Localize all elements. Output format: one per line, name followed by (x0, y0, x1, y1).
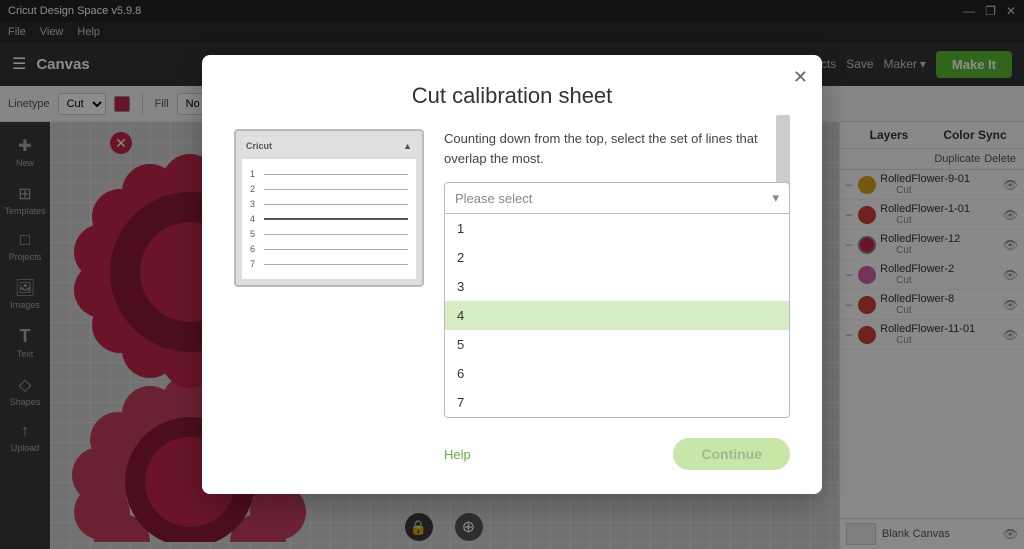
cal-lines: 1 2 3 4 (250, 165, 408, 273)
dialog-right: Counting down from the top, select the s… (444, 129, 790, 470)
cal-line-row-6: 6 (250, 244, 408, 254)
cal-line-row-1: 1 (250, 169, 408, 179)
dialog-body: Cricut ▲ 1 2 3 (234, 129, 790, 470)
cal-line-1 (264, 174, 408, 175)
dropdown-option-5[interactable]: 5 (445, 330, 789, 359)
dialog-close-button[interactable]: ✕ (793, 67, 808, 88)
cal-line-6 (264, 249, 408, 250)
cal-line-row-7: 7 (250, 259, 408, 269)
cal-line-row-4: 4 (250, 214, 408, 224)
cal-line-3 (264, 204, 408, 205)
dropdown-option-7[interactable]: 7 (445, 388, 789, 417)
dropdown-selected-value: Please select (455, 191, 532, 206)
dropdown-option-3[interactable]: 3 (445, 272, 789, 301)
cal-preview-inner: 1 2 3 4 (242, 159, 416, 279)
dropdown-option-4[interactable]: 4 (445, 301, 789, 330)
dropdown-container: Please select ▾ 1 2 3 4 5 6 7 (444, 182, 790, 418)
dropdown-list: 1 2 3 4 5 6 7 (444, 214, 790, 418)
cal-header: Cricut ▲ (242, 137, 416, 155)
dropdown-option-2[interactable]: 2 (445, 243, 789, 272)
dialog: ✕ Cut calibration sheet Cricut ▲ 1 2 (202, 55, 822, 494)
help-button[interactable]: Help (444, 447, 471, 462)
dropdown-option-6[interactable]: 6 (445, 359, 789, 388)
continue-button[interactable]: Continue (673, 438, 790, 470)
cal-logo-icon: ▲ (403, 141, 412, 151)
cal-line-row-3: 3 (250, 199, 408, 209)
cal-line-row-5: 5 (250, 229, 408, 239)
dialog-title: Cut calibration sheet (234, 83, 790, 109)
dialog-instruction: Counting down from the top, select the s… (444, 129, 790, 168)
cal-line-2 (264, 189, 408, 190)
cal-line-5 (264, 234, 408, 235)
dropdown-trigger[interactable]: Please select ▾ (444, 182, 790, 214)
cal-line-4-bold (264, 218, 408, 220)
dialog-footer: Help Continue (444, 438, 790, 470)
cal-line-7 (264, 264, 408, 265)
chevron-down-icon: ▾ (772, 190, 779, 206)
modal-overlay: ✕ Cut calibration sheet Cricut ▲ 1 2 (0, 0, 1024, 549)
calibration-preview: Cricut ▲ 1 2 3 (234, 129, 424, 287)
cal-line-row-2: 2 (250, 184, 408, 194)
dropdown-option-1[interactable]: 1 (445, 214, 789, 243)
